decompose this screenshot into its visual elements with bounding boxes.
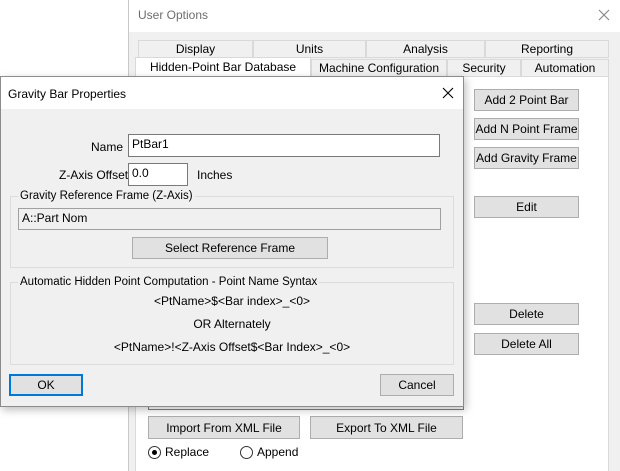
gravity-reference-frame-field: A::Part Nom bbox=[18, 208, 441, 230]
radio-append-circle[interactable] bbox=[240, 446, 253, 459]
add-n-point-frame-button[interactable]: Add N Point Frame bbox=[474, 118, 579, 140]
radio-replace[interactable]: Replace bbox=[148, 444, 238, 462]
syntax-or-alternately: OR Alternately bbox=[193, 317, 271, 331]
tab-display[interactable]: Display bbox=[138, 40, 253, 58]
syntax-line-1: <PtName>$<Bar index>_<0> bbox=[153, 294, 311, 308]
tab-reporting[interactable]: Reporting bbox=[485, 40, 609, 58]
user-options-title: User Options bbox=[138, 8, 209, 22]
cancel-button[interactable]: Cancel bbox=[380, 374, 454, 396]
tab-machine-configuration[interactable]: Machine Configuration bbox=[311, 59, 447, 77]
name-label: Name bbox=[91, 140, 124, 154]
import-from-xml-button[interactable]: Import From XML File bbox=[148, 416, 300, 439]
add-2-point-bar-button[interactable]: Add 2 Point Bar bbox=[474, 89, 579, 111]
select-reference-frame-button[interactable]: Select Reference Frame bbox=[132, 237, 328, 259]
tab-hidden-point-bar-database[interactable]: Hidden-Point Bar Database bbox=[135, 57, 311, 77]
radio-replace-label: Replace bbox=[165, 445, 210, 459]
tab-analysis[interactable]: Analysis bbox=[366, 40, 485, 58]
radio-append[interactable]: Append bbox=[240, 444, 330, 462]
gravity-bar-properties-dialog: Gravity Bar Properties Name PtBar1 Z-Axi… bbox=[0, 76, 464, 407]
dialog-title: Gravity Bar Properties bbox=[8, 87, 127, 101]
syntax-line-2: <PtName>!<Z-Axis Offset$<Bar Index>_<0> bbox=[113, 340, 351, 354]
close-icon[interactable] bbox=[439, 84, 457, 102]
ok-button[interactable]: OK bbox=[9, 374, 83, 396]
dialog-titlebar: Gravity Bar Properties bbox=[1, 77, 463, 109]
z-axis-offset-unit: Inches bbox=[197, 168, 233, 182]
user-options-titlebar: User Options bbox=[129, 0, 620, 32]
z-axis-offset-label: Z-Axis Offset bbox=[59, 168, 129, 182]
tab-units[interactable]: Units bbox=[253, 40, 366, 58]
close-icon[interactable] bbox=[595, 6, 613, 24]
radio-append-label: Append bbox=[257, 445, 299, 459]
add-gravity-frame-button[interactable]: Add Gravity Frame bbox=[474, 147, 579, 169]
z-axis-offset-field[interactable]: 0.0 bbox=[128, 163, 188, 186]
name-field[interactable]: PtBar1 bbox=[128, 134, 440, 157]
delete-all-button[interactable]: Delete All bbox=[474, 333, 579, 355]
export-to-xml-button[interactable]: Export To XML File bbox=[310, 416, 463, 439]
auto-hidden-point-group-label: Automatic Hidden Point Computation - Poi… bbox=[18, 276, 320, 288]
delete-button[interactable]: Delete bbox=[474, 303, 579, 325]
edit-button[interactable]: Edit bbox=[474, 196, 579, 218]
tab-security[interactable]: Security bbox=[447, 59, 521, 77]
tab-automation[interactable]: Automation bbox=[521, 59, 609, 77]
radio-replace-circle[interactable] bbox=[148, 446, 161, 459]
gravity-reference-frame-group-label: Gravity Reference Frame (Z-Axis) bbox=[18, 190, 195, 202]
